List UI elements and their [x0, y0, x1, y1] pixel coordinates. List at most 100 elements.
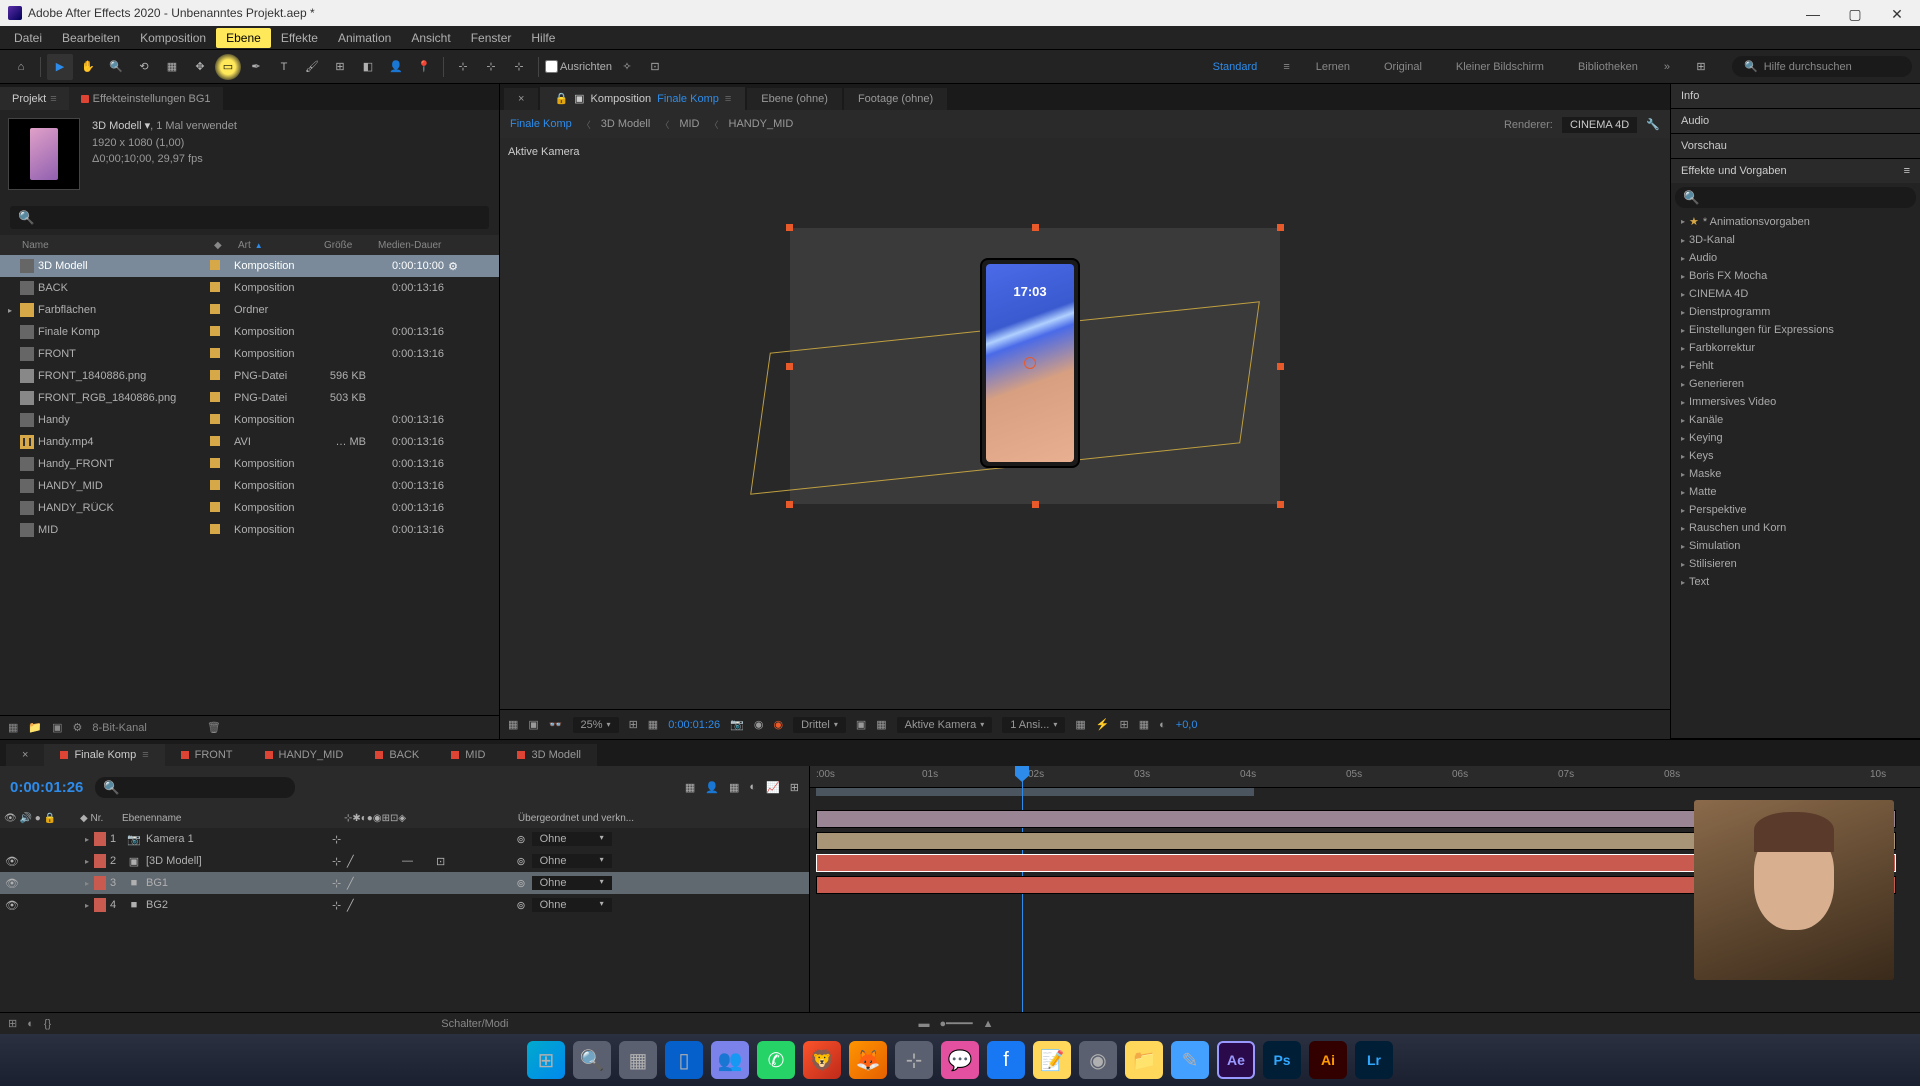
- project-search[interactable]: [10, 206, 489, 229]
- transparency-toggle[interactable]: ▦: [876, 718, 886, 731]
- tl-frame-blend[interactable]: ▦: [729, 781, 739, 794]
- col-duration[interactable]: Medien-Dauer: [378, 240, 458, 251]
- project-list[interactable]: 3D ModellKomposition0:00:10:00⚙BACKKompo…: [0, 255, 499, 715]
- effect-category[interactable]: ▸Matte: [1675, 483, 1916, 501]
- timeline-tracks[interactable]: :00s01s02s03s04s05s06s07s08s10s: [810, 766, 1920, 1012]
- effect-category[interactable]: ▸Dienstprogramm: [1675, 303, 1916, 321]
- rectangle-tool[interactable]: ▭: [215, 54, 241, 80]
- tl-graph-editor[interactable]: 📈: [766, 781, 780, 794]
- color-mgmt[interactable]: ◉: [774, 718, 784, 731]
- menu-effekte[interactable]: Effekte: [271, 28, 328, 48]
- world-axis[interactable]: ⊹: [478, 54, 504, 80]
- effect-category[interactable]: ▸Maske: [1675, 465, 1916, 483]
- taskbar-whatsapp[interactable]: ✆: [757, 1041, 795, 1079]
- workspace-standard[interactable]: Standard: [1205, 57, 1266, 77]
- new-folder-icon[interactable]: 📁: [28, 721, 42, 734]
- taskbar-facebook[interactable]: f: [987, 1041, 1025, 1079]
- bit-depth[interactable]: 8-Bit-Kanal: [92, 722, 146, 734]
- taskbar-teams[interactable]: 👥: [711, 1041, 749, 1079]
- alpha-toggle[interactable]: ▦: [508, 718, 518, 731]
- crumb-3[interactable]: HANDY_MID: [729, 118, 794, 130]
- menu-ansicht[interactable]: Ansicht: [401, 28, 460, 48]
- taskbar-lightroom[interactable]: Lr: [1355, 1041, 1393, 1079]
- taskbar-editor[interactable]: ✎: [1171, 1041, 1209, 1079]
- anchor-tool[interactable]: ✥: [187, 54, 213, 80]
- col-label[interactable]: ◆: [214, 240, 238, 251]
- ws-menu-icon[interactable]: ≡: [1283, 61, 1289, 73]
- effect-category[interactable]: ▸Kanäle: [1675, 411, 1916, 429]
- ws-toggle[interactable]: ⊞: [1688, 54, 1714, 80]
- timeline-tab[interactable]: MID: [435, 744, 501, 766]
- effect-category[interactable]: ▸Generieren: [1675, 375, 1916, 393]
- renderer-value[interactable]: CINEMA 4D: [1562, 117, 1637, 133]
- layer-row[interactable]: 👁▸2▣[3D Modell]⊹╱—⊡⊚Ohne ▾: [0, 850, 809, 872]
- maximize-button[interactable]: ▢: [1848, 6, 1862, 20]
- project-item[interactable]: FRONTKomposition0:00:13:16: [0, 343, 499, 365]
- menu-komposition[interactable]: Komposition: [130, 28, 216, 48]
- rotation-tool[interactable]: ▦: [159, 54, 185, 80]
- project-item[interactable]: FRONT_1840886.pngPNG-Datei596 KB: [0, 365, 499, 387]
- zoom-dropdown[interactable]: 25% ▾: [573, 717, 619, 733]
- panel-preview[interactable]: Vorschau: [1671, 134, 1920, 158]
- project-item[interactable]: Finale KompKomposition0:00:13:16: [0, 321, 499, 343]
- workspace-bibliotheken[interactable]: Bibliotheken: [1570, 57, 1646, 77]
- project-item[interactable]: HandyKomposition0:00:13:16: [0, 409, 499, 431]
- tl-toggle-in-out[interactable]: {}: [44, 1018, 51, 1030]
- effect-category[interactable]: ▸Fehlt: [1675, 357, 1916, 375]
- renderer-settings-icon[interactable]: 🔧: [1646, 119, 1660, 131]
- lock-icon[interactable]: 🔒: [554, 92, 568, 105]
- fast-preview[interactable]: ⚡: [1096, 718, 1110, 731]
- viewer-tab-comp[interactable]: 🔒 ▣ Komposition Finale Komp ≡: [540, 87, 745, 110]
- tab-effect-controls[interactable]: Effekteinstellungen BG1: [69, 87, 223, 110]
- pen-tool[interactable]: ✒: [243, 54, 269, 80]
- new-comp-icon[interactable]: ▣: [52, 721, 62, 734]
- timeline-tab[interactable]: Finale Komp ≡: [44, 744, 164, 766]
- timeline-search[interactable]: [95, 777, 295, 798]
- project-item[interactable]: BACKKomposition0:00:13:16: [0, 277, 499, 299]
- layer-row[interactable]: ▸1📷Kamera 1⊹⊚Ohne ▾: [0, 828, 809, 850]
- tl-toggle-switches[interactable]: ⊞: [8, 1017, 17, 1030]
- taskbar-taskview[interactable]: ▦: [619, 1041, 657, 1079]
- col-size[interactable]: Größe: [324, 240, 378, 251]
- zoom-out-icon[interactable]: ▬: [919, 1018, 930, 1030]
- time-ruler[interactable]: :00s01s02s03s04s05s06s07s08s10s: [810, 766, 1920, 788]
- taskbar-notes[interactable]: 📝: [1033, 1041, 1071, 1079]
- switch-modes-label[interactable]: Schalter/Modi: [441, 1018, 508, 1030]
- project-item[interactable]: Handy_FRONTKomposition0:00:13:16: [0, 453, 499, 475]
- crumb-1[interactable]: 3D Modell: [601, 118, 651, 130]
- effect-category[interactable]: ▸Stilisieren: [1675, 555, 1916, 573]
- roi-toggle[interactable]: ▣: [856, 718, 866, 731]
- project-item[interactable]: Handy.mp4AVI… MB0:00:13:16: [0, 431, 499, 453]
- exposure-reset[interactable]: ◐: [1159, 719, 1166, 731]
- layer-row[interactable]: 👁▸3■BG1⊹╱⊚Ohne ▾: [0, 872, 809, 894]
- local-axis[interactable]: ⊹: [450, 54, 476, 80]
- brush-tool[interactable]: 🖌: [299, 54, 325, 80]
- interpret-icon[interactable]: ▦: [8, 721, 18, 734]
- project-item[interactable]: MIDKomposition0:00:13:16: [0, 519, 499, 541]
- channel-toggle[interactable]: ◉: [754, 718, 764, 731]
- menu-ebene[interactable]: Ebene: [216, 28, 271, 48]
- render-toggle[interactable]: ▣: [528, 718, 538, 731]
- effect-category[interactable]: ▸Text: [1675, 573, 1916, 591]
- taskbar-firefox[interactable]: 🦊: [849, 1041, 887, 1079]
- snap-edge[interactable]: ⊡: [642, 54, 668, 80]
- resolution-dropdown[interactable]: Drittel ▾: [793, 717, 846, 733]
- panel-menu-icon[interactable]: ≡: [1904, 165, 1910, 177]
- panel-audio[interactable]: Audio: [1671, 109, 1920, 133]
- snapshot[interactable]: 📷: [730, 718, 744, 731]
- ws-overflow-icon[interactable]: »: [1664, 61, 1670, 73]
- timeline-tab[interactable]: BACK: [359, 744, 435, 766]
- taskbar-messenger[interactable]: 💬: [941, 1041, 979, 1079]
- viewer-close[interactable]: ×: [504, 88, 538, 110]
- close-button[interactable]: ✕: [1890, 6, 1904, 20]
- minimize-button[interactable]: —: [1806, 6, 1820, 20]
- project-item[interactable]: 3D ModellKomposition0:00:10:00⚙: [0, 255, 499, 277]
- effect-category[interactable]: ▸Immersives Video: [1675, 393, 1916, 411]
- tl-shy-toggle[interactable]: 👤: [705, 781, 719, 794]
- panel-info[interactable]: Info: [1671, 84, 1920, 108]
- home-button[interactable]: ⌂: [8, 54, 34, 80]
- views-dropdown[interactable]: 1 Ansi... ▾: [1002, 717, 1065, 733]
- taskbar-search[interactable]: 🔍: [573, 1041, 611, 1079]
- taskbar-files[interactable]: 📁: [1125, 1041, 1163, 1079]
- mask-toggle[interactable]: 👓: [549, 718, 563, 731]
